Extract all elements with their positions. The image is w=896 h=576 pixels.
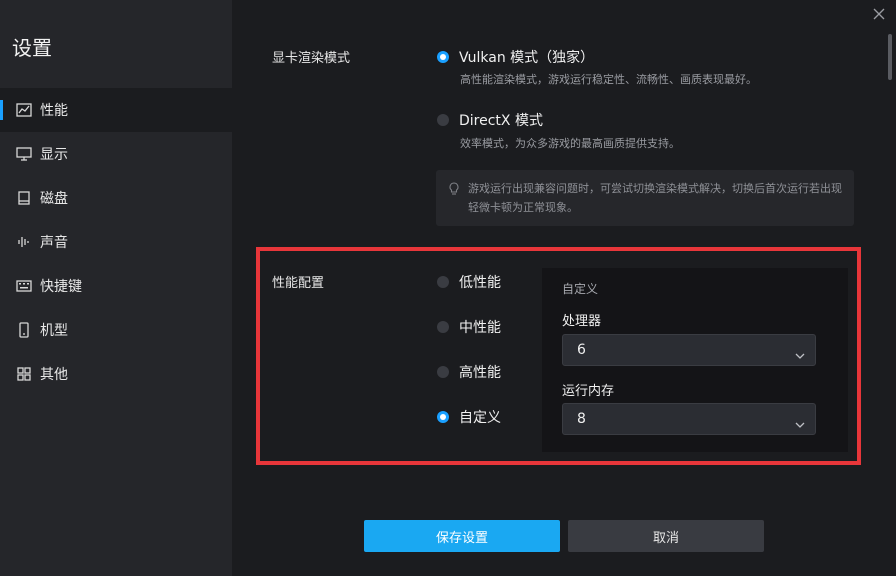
chevron-down-icon	[795, 414, 805, 433]
sidebar-item-label: 显示	[40, 147, 68, 163]
radio-dot	[437, 321, 449, 333]
vulkan-description: 高性能渲染模式，游戏运行稳定性、流畅性、画质表现最好。	[460, 73, 757, 86]
tip-text: 游戏运行出现兼容问题时，可尝试切换渲染模式解决，切换后首次运行若出现轻微卡顿为正…	[468, 182, 842, 214]
sidebar-item-performance[interactable]: 性能	[0, 88, 232, 132]
sidebar-item-disk[interactable]: 磁盘	[0, 176, 232, 220]
radio-custom-performance[interactable]: 自定义	[437, 407, 501, 427]
radio-vulkan[interactable]: Vulkan 模式（独家）	[437, 47, 594, 67]
scrollbar[interactable]	[888, 34, 892, 80]
memory-label: 运行内存	[562, 384, 615, 399]
radio-label: 高性能	[459, 365, 501, 381]
radio-label: DirectX 模式	[459, 113, 543, 129]
directx-description: 效率模式，为众多游戏的最高画质提供支持。	[460, 137, 680, 150]
settings-title: 设置	[12, 36, 52, 60]
phone-icon	[16, 322, 32, 338]
sidebar-item-label: 机型	[40, 323, 68, 339]
sidebar: 设置 性能 显示 磁盘 声音 快捷键 机型 其他	[0, 0, 232, 576]
sidebar-item-label: 磁盘	[40, 191, 68, 207]
cancel-button[interactable]: 取消	[568, 520, 764, 552]
performance-chart-icon	[16, 102, 32, 118]
radio-high-performance[interactable]: 高性能	[437, 362, 501, 382]
sidebar-item-label: 其他	[40, 367, 68, 383]
sidebar-item-sound[interactable]: 声音	[0, 220, 232, 264]
disk-icon	[16, 190, 32, 206]
close-button[interactable]	[872, 6, 888, 22]
memory-value: 8	[577, 411, 586, 427]
radio-dot	[437, 411, 449, 423]
sidebar-item-display[interactable]: 显示	[0, 132, 232, 176]
cpu-value: 6	[577, 342, 586, 358]
save-settings-button[interactable]: 保存设置	[364, 520, 560, 552]
radio-low-performance[interactable]: 低性能	[437, 272, 501, 292]
close-icon	[873, 8, 885, 20]
radio-dot	[437, 51, 449, 63]
sidebar-item-label: 性能	[40, 103, 68, 119]
sidebar-item-label: 声音	[40, 235, 68, 251]
radio-label: Vulkan 模式（独家）	[459, 50, 595, 66]
cpu-label: 处理器	[562, 314, 602, 329]
custom-config-panel: 自定义 处理器 6 运行内存 8	[542, 268, 848, 452]
radio-dot	[437, 366, 449, 378]
performance-label: 性能配置	[272, 276, 325, 291]
sidebar-item-other[interactable]: 其他	[0, 352, 232, 396]
sidebar-item-hotkeys[interactable]: 快捷键	[0, 264, 232, 308]
memory-select[interactable]: 8	[562, 403, 816, 435]
settings-content: 显卡渲染模式 Vulkan 模式（独家） 高性能渲染模式，游戏运行稳定性、流畅性…	[232, 0, 896, 576]
sidebar-item-device-model[interactable]: 机型	[0, 308, 232, 352]
sidebar-item-label: 快捷键	[40, 279, 82, 295]
radio-dot	[437, 276, 449, 288]
sidebar-nav: 性能 显示 磁盘 声音 快捷键 机型 其他	[0, 88, 232, 396]
keyboard-icon	[16, 278, 32, 294]
radio-label: 自定义	[459, 410, 501, 426]
chevron-down-icon	[795, 345, 805, 364]
radio-label: 中性能	[459, 320, 501, 336]
radio-label: 低性能	[459, 275, 501, 291]
monitor-icon	[16, 146, 32, 162]
render-mode-label: 显卡渲染模式	[272, 51, 351, 66]
radio-directx[interactable]: DirectX 模式	[437, 110, 543, 130]
radio-medium-performance[interactable]: 中性能	[437, 317, 501, 337]
cpu-select[interactable]: 6	[562, 334, 816, 366]
grid-icon	[16, 366, 32, 382]
custom-heading: 自定义	[562, 282, 599, 296]
radio-dot	[437, 114, 449, 126]
sound-wave-icon	[16, 234, 32, 250]
render-mode-tip: 游戏运行出现兼容问题时，可尝试切换渲染模式解决，切换后首次运行若出现轻微卡顿为正…	[436, 170, 854, 226]
lightbulb-icon	[448, 181, 460, 200]
